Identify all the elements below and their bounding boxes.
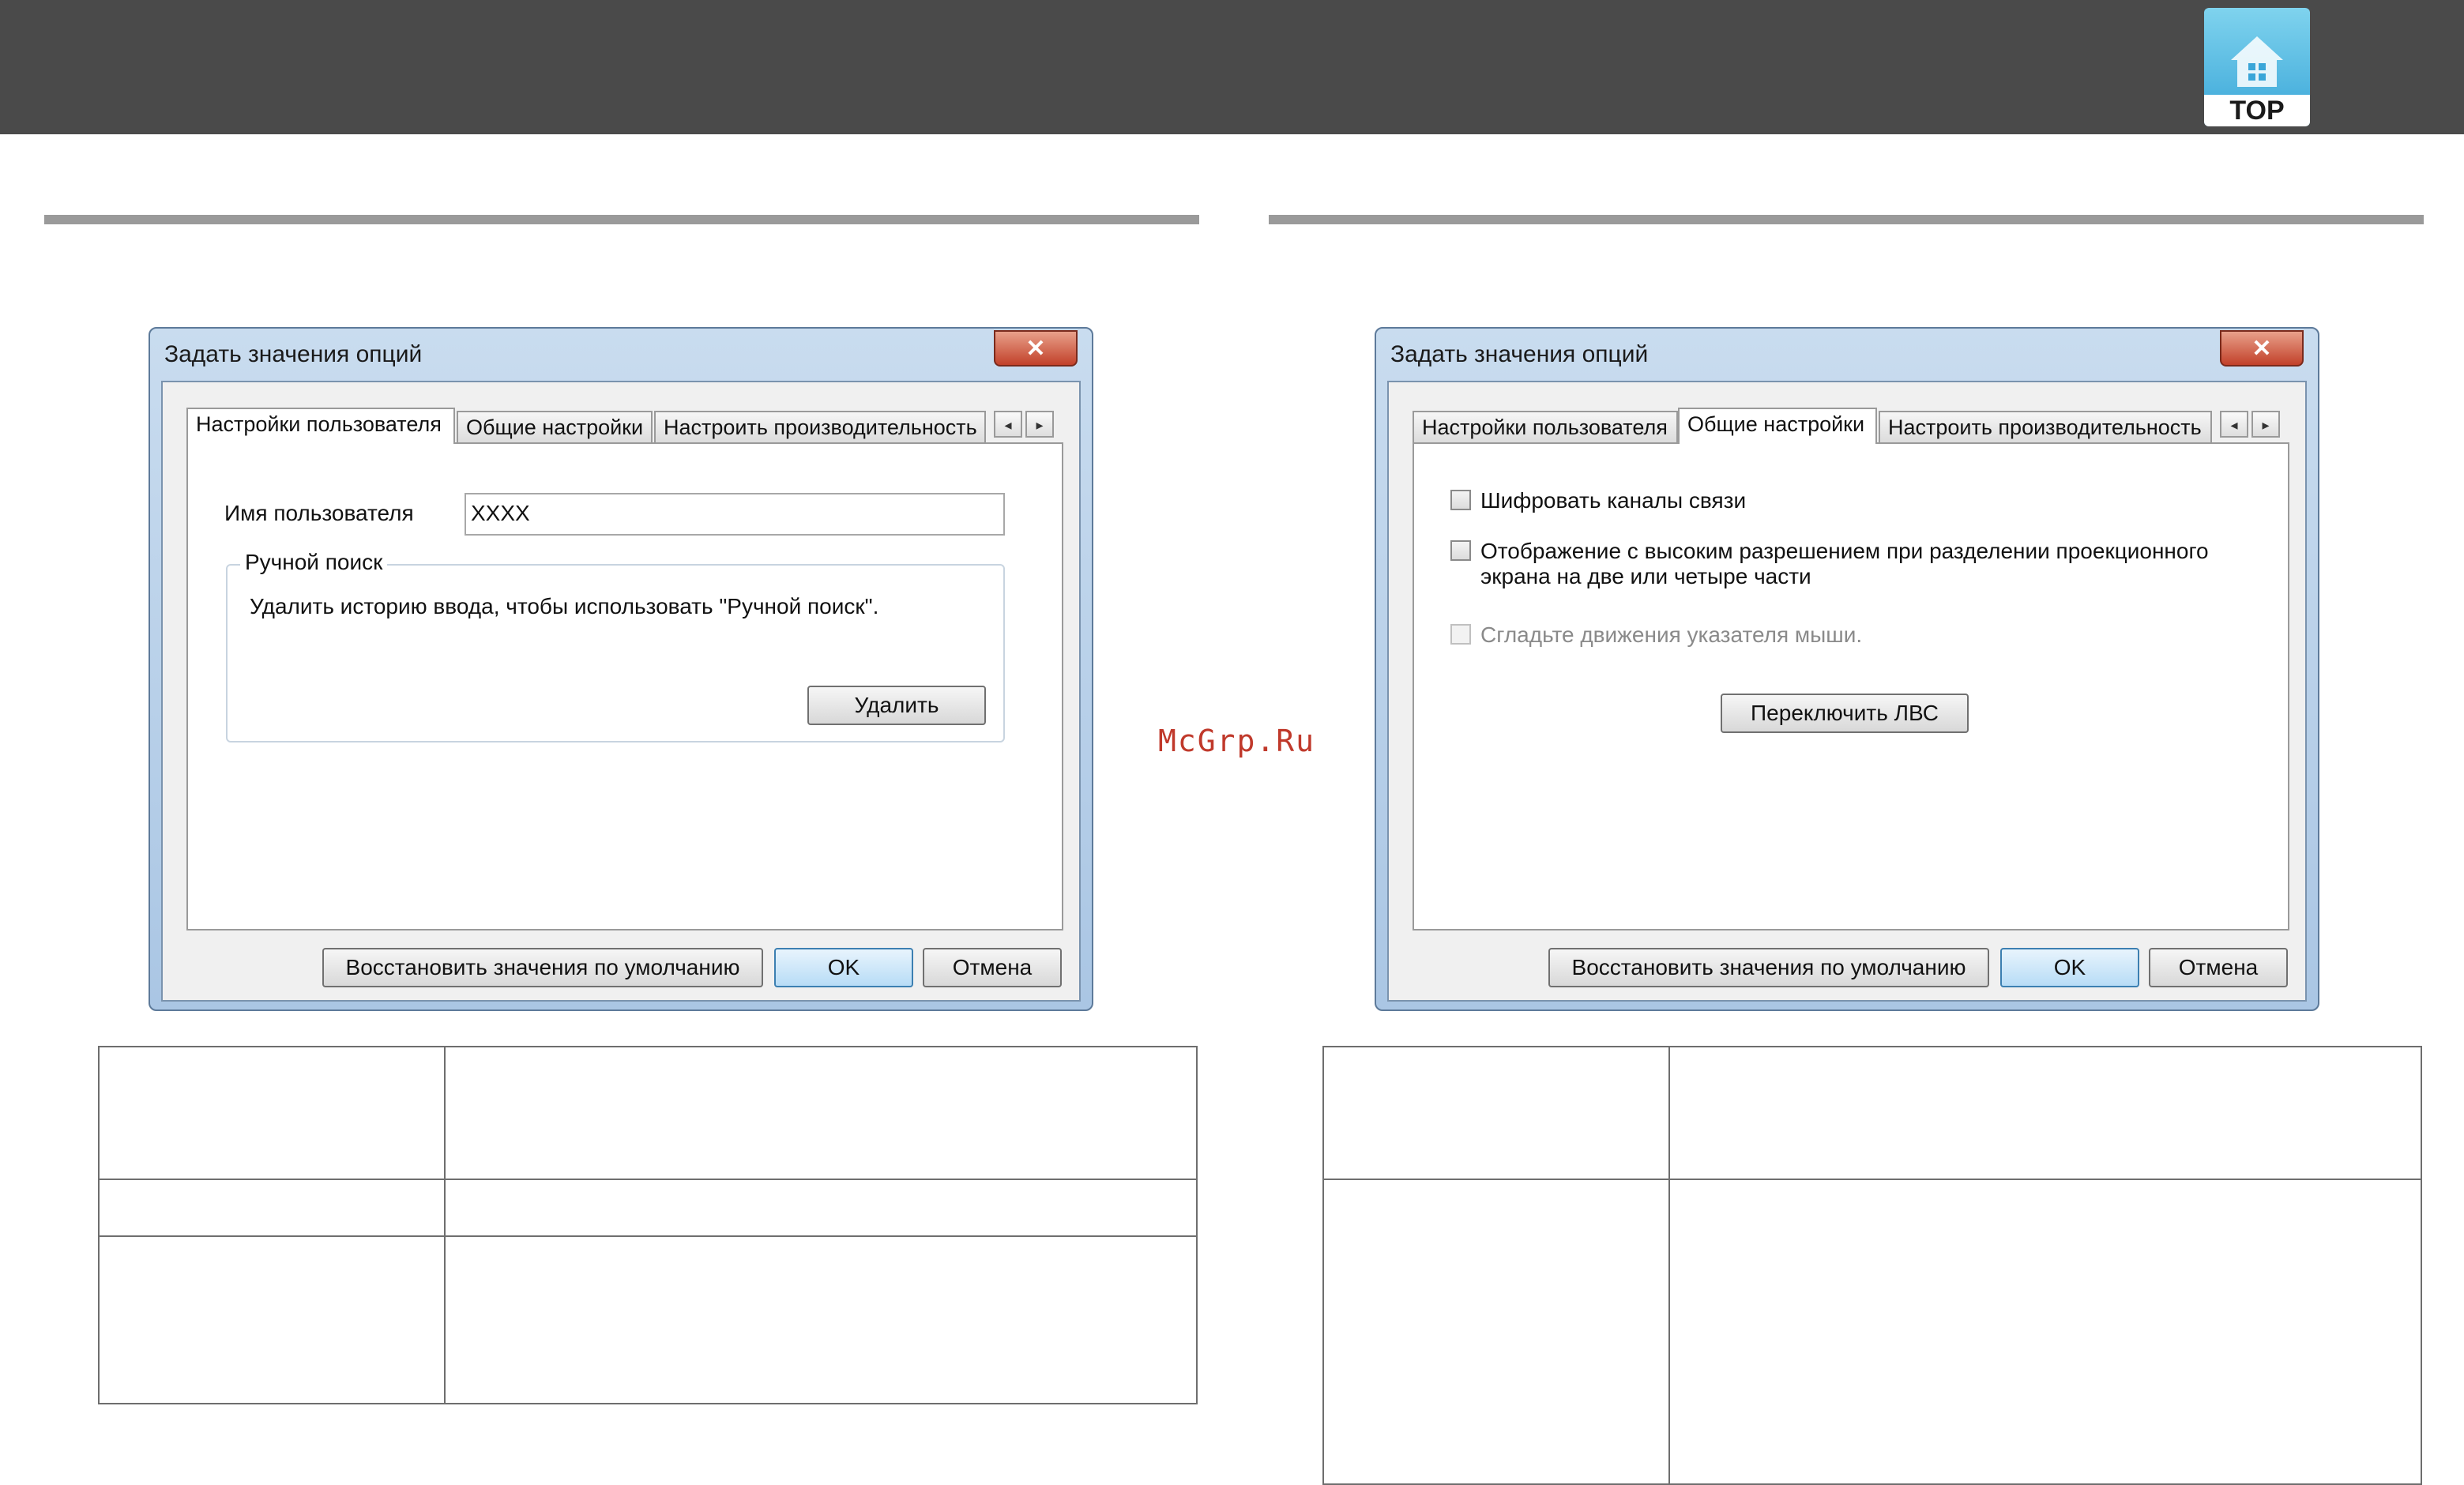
smooth-pointer-checkbox[interactable] bbox=[1450, 624, 1471, 645]
high-res-label-line2: экрана на две или четыре части bbox=[1480, 564, 1811, 588]
restore-defaults-button[interactable]: Восстановить значения по умолчанию bbox=[1548, 948, 1989, 987]
table-cell bbox=[444, 1179, 1198, 1237]
encrypt-checkbox[interactable] bbox=[1450, 490, 1471, 510]
ok-button[interactable]: OK bbox=[2000, 948, 2139, 987]
table-cell bbox=[1322, 1179, 1670, 1485]
scroll-right-icon[interactable]: ▸ bbox=[1025, 411, 1054, 438]
table-cell bbox=[444, 1046, 1198, 1180]
dialog-body: Настройки пользователя Общие настройки Н… bbox=[161, 381, 1081, 1002]
manual-search-legend: Ручной поиск bbox=[240, 550, 388, 575]
table-cell bbox=[444, 1235, 1198, 1404]
user-name-input[interactable]: XXXX bbox=[465, 493, 1005, 536]
section-rule-right bbox=[1269, 215, 2424, 224]
top-label: TOP bbox=[2204, 95, 2310, 126]
ok-button[interactable]: OK bbox=[774, 948, 913, 987]
tab-performance[interactable]: Настроить производительность bbox=[654, 411, 986, 442]
close-button[interactable]: ✕ bbox=[994, 330, 1078, 367]
home-icon bbox=[2231, 36, 2283, 87]
scroll-left-icon[interactable]: ◂ bbox=[994, 411, 1022, 438]
encrypt-label: Шифровать каналы связи bbox=[1480, 488, 1747, 513]
tab-scroll: ◂ ▸ bbox=[2220, 411, 2283, 439]
smooth-pointer-label: Сгладьте движения указателя мыши. bbox=[1480, 622, 1863, 647]
top-button[interactable]: TOP bbox=[2204, 8, 2310, 126]
watermark: McGrp.Ru bbox=[1158, 724, 1316, 758]
table-cell bbox=[98, 1046, 446, 1180]
scroll-left-icon[interactable]: ◂ bbox=[2220, 411, 2248, 438]
options-dialog-user: Задать значения опций ✕ Настройки пользо… bbox=[149, 327, 1093, 1011]
table-cell bbox=[98, 1235, 446, 1404]
high-res-label: Отображение с высоким разрешением при ра… bbox=[1480, 539, 2209, 563]
tab-scroll: ◂ ▸ bbox=[994, 411, 1057, 439]
tab-user-settings[interactable]: Настройки пользователя bbox=[186, 408, 455, 444]
tab-user-settings[interactable]: Настройки пользователя bbox=[1413, 411, 1678, 442]
tab-general-settings[interactable]: Общие настройки bbox=[457, 411, 653, 442]
user-name-label: Имя пользователя bbox=[224, 501, 414, 525]
table-cell bbox=[1668, 1179, 2422, 1485]
right-description-table bbox=[1322, 1046, 2422, 1485]
cancel-button[interactable]: Отмена bbox=[2149, 948, 2288, 987]
dialog-body: Настройки пользователя Общие настройки Н… bbox=[1387, 381, 2307, 1002]
section-rule-left bbox=[44, 215, 1199, 224]
high-res-checkbox[interactable] bbox=[1450, 540, 1471, 561]
table-cell bbox=[98, 1179, 446, 1237]
tab-panel: Имя пользователя XXXX Ручной поиск Удали… bbox=[186, 442, 1063, 930]
cancel-button[interactable]: Отмена bbox=[923, 948, 1062, 987]
close-button[interactable]: ✕ bbox=[2220, 330, 2304, 367]
scroll-right-icon[interactable]: ▸ bbox=[2251, 411, 2280, 438]
restore-defaults-button[interactable]: Восстановить значения по умолчанию bbox=[322, 948, 763, 987]
dialog-title: Задать значения опций bbox=[1390, 341, 1649, 367]
table-cell bbox=[1668, 1046, 2422, 1180]
options-dialog-general: Задать значения опций ✕ Настройки пользо… bbox=[1375, 327, 2319, 1011]
dialog-title: Задать значения опций bbox=[164, 341, 423, 367]
tab-general-settings[interactable]: Общие настройки bbox=[1678, 408, 1877, 444]
tab-panel: Шифровать каналы связи Отображение с выс… bbox=[1413, 442, 2289, 930]
tab-performance[interactable]: Настроить производительность bbox=[1879, 411, 2212, 442]
table-cell bbox=[1322, 1046, 1670, 1180]
switch-lan-button[interactable]: Переключить ЛВС bbox=[1721, 694, 1969, 733]
delete-button[interactable]: Удалить bbox=[807, 686, 986, 725]
manual-search-group: Ручной поиск Удалить историю ввода, чтоб… bbox=[226, 550, 1005, 742]
manual-search-text: Удалить историю ввода, чтобы использоват… bbox=[250, 594, 879, 618]
header-bar: TOP bbox=[0, 0, 2464, 134]
left-description-table bbox=[98, 1046, 1198, 1404]
